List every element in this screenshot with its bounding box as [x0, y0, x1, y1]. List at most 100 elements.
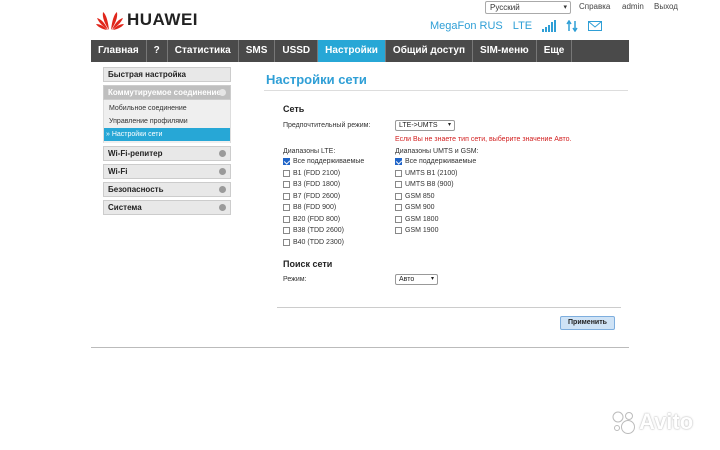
checkbox[interactable] — [395, 215, 402, 223]
lte-band-option[interactable]: B3 (FDD 1800) — [283, 181, 340, 188]
preferred-mode-label: Предпочтительный режим: — [283, 122, 371, 129]
help-link[interactable]: Справка — [579, 2, 610, 11]
sidebar-item-quick-setup[interactable]: Быстрая настройка — [103, 67, 231, 82]
page-title: Настройки сети — [266, 72, 367, 87]
chevron-down-icon: ▾ — [430, 276, 434, 282]
preferred-mode-select[interactable]: LTE->UMTS ▾ — [395, 120, 455, 131]
umts-band-option[interactable]: GSM 1800 — [395, 215, 439, 223]
settings-sidebar: Быстрая настройка Коммутируемое соединен… — [103, 67, 231, 218]
expand-icon — [219, 168, 226, 175]
collapse-icon — [219, 89, 226, 96]
avito-logo-icon — [612, 411, 635, 434]
checkbox-label: GSM 900 — [405, 204, 435, 211]
sidebar-item-label: Wi-Fi-репитер — [108, 149, 163, 158]
checkbox[interactable] — [283, 227, 290, 234]
checkbox-label: UMTS B1 (2100) — [405, 169, 458, 177]
preferred-mode-value: LTE->UMTS — [399, 122, 438, 129]
user-link[interactable]: admin — [622, 2, 644, 11]
nav-sharing[interactable]: Общий доступ — [386, 40, 474, 62]
nav-sms[interactable]: SMS — [239, 40, 276, 62]
title-divider — [264, 90, 628, 91]
nav-sim-menu[interactable]: SIM-меню — [473, 40, 537, 62]
checkbox[interactable] — [283, 181, 290, 188]
checkbox[interactable] — [395, 227, 402, 234]
lte-band-option[interactable]: B38 (TDD 2600) — [283, 227, 344, 234]
lte-band-option[interactable]: Все поддерживаемые — [283, 158, 364, 165]
umts-band-option[interactable]: UMTS B8 (900) — [395, 181, 454, 188]
umts-band-option[interactable]: UMTS B1 (2100) — [395, 169, 458, 177]
sidebar-item-dialup[interactable]: Коммутируемое соединение — [103, 85, 231, 100]
checkbox-label: B7 (FDD 2600) — [293, 192, 341, 200]
lte-band-option[interactable]: B20 (FDD 800) — [283, 215, 341, 223]
nav-help[interactable]: ? — [147, 40, 168, 62]
umts-band-option[interactable]: GSM 850 — [395, 192, 435, 200]
language-select[interactable]: Русский ▾ — [485, 1, 571, 14]
umts-band-option[interactable]: Все поддерживаемые — [395, 158, 476, 165]
checkbox[interactable] — [283, 215, 290, 223]
sidebar-item-wifi[interactable]: Wi-Fi — [103, 164, 231, 179]
search-mode-select[interactable]: Авто ▾ — [395, 274, 438, 285]
avito-watermark: Avito — [611, 409, 693, 435]
nav-settings[interactable]: Настройки — [318, 40, 386, 62]
search-mode-label: Режим: — [283, 276, 307, 283]
sidebar-item-label: Wi-Fi — [108, 167, 128, 176]
checkbox-label: Все поддерживаемые — [293, 158, 365, 165]
expand-icon — [219, 186, 226, 193]
lte-band-option[interactable]: B40 (TDD 2300) — [283, 238, 344, 246]
huawei-flower-icon — [96, 12, 124, 30]
logout-link[interactable]: Выход — [654, 2, 678, 11]
checkbox[interactable] — [283, 158, 290, 165]
checkbox[interactable] — [395, 204, 402, 211]
checkbox[interactable] — [283, 192, 290, 200]
checkbox[interactable] — [283, 169, 290, 177]
sidebar-item-wifi-repeater[interactable]: Wi-Fi-репитер — [103, 146, 231, 161]
chevron-down-icon: ▾ — [563, 4, 567, 11]
checkbox[interactable] — [283, 204, 290, 211]
checkbox-label: B20 (FDD 800) — [293, 215, 341, 223]
sidebar-item-security[interactable]: Безопасность — [103, 182, 231, 197]
apply-button[interactable]: Применить — [560, 316, 615, 330]
checkbox-label: Все поддерживаемые — [405, 158, 477, 165]
nav-ussd[interactable]: USSD — [275, 40, 319, 62]
transfer-icon — [566, 20, 578, 32]
checkbox-label: B40 (TDD 2300) — [293, 238, 344, 246]
section-network-title: Сеть — [283, 104, 305, 114]
language-value: Русский — [490, 3, 520, 12]
brand-name: HUAWEI — [127, 10, 198, 29]
nav-more[interactable]: Еще — [537, 40, 573, 62]
main-nav: Главная ? Статистика SMS USSD Настройки … — [91, 40, 629, 62]
signal-icon — [542, 20, 557, 32]
chevron-down-icon: ▾ — [447, 122, 451, 128]
expand-icon — [219, 150, 226, 157]
checkbox-label: B1 (FDD 2100) — [293, 169, 341, 177]
form-divider — [277, 307, 621, 308]
checkbox-label: GSM 1800 — [405, 215, 439, 223]
sidebar-item-system[interactable]: Система — [103, 200, 231, 215]
nav-statistics[interactable]: Статистика — [168, 40, 239, 62]
expand-icon — [219, 204, 226, 211]
checkbox-label: UMTS B8 (900) — [405, 181, 454, 188]
umts-band-option[interactable]: GSM 900 — [395, 204, 435, 211]
watermark-text: Avito — [639, 409, 694, 434]
umts-band-option[interactable]: GSM 1900 — [395, 227, 438, 234]
sidebar-subitem-mobile-connection[interactable]: Мобильное соединение — [104, 102, 230, 115]
checkbox[interactable] — [283, 238, 290, 246]
network-type-hint: Если Вы не знаете тип сети, выберите зна… — [395, 136, 572, 143]
checkbox-label: B3 (FDD 1800) — [293, 181, 341, 188]
checkbox[interactable] — [395, 192, 402, 200]
checkbox[interactable] — [395, 181, 402, 188]
nav-home[interactable]: Главная — [91, 40, 147, 62]
checkbox[interactable] — [395, 169, 402, 177]
network-type: LTE — [512, 20, 533, 32]
sidebar-subitem-network-settings[interactable]: » Настройки сети — [104, 128, 230, 141]
lte-band-option[interactable]: B8 (FDD 900) — [283, 204, 336, 211]
mail-icon[interactable] — [588, 21, 603, 31]
lte-band-option[interactable]: B7 (FDD 2600) — [283, 192, 341, 200]
lte-band-option[interactable]: B1 (FDD 2100) — [283, 169, 341, 177]
checkbox-label: GSM 1900 — [405, 227, 439, 234]
checkbox[interactable] — [395, 158, 402, 165]
umts-bands-label: Диапазоны UMTS и GSM: — [395, 148, 479, 155]
footer-divider — [91, 347, 629, 348]
sidebar-subitem-profile-management[interactable]: Управление профилями — [104, 115, 230, 128]
sidebar-item-label: Коммутируемое соединение — [108, 88, 221, 97]
